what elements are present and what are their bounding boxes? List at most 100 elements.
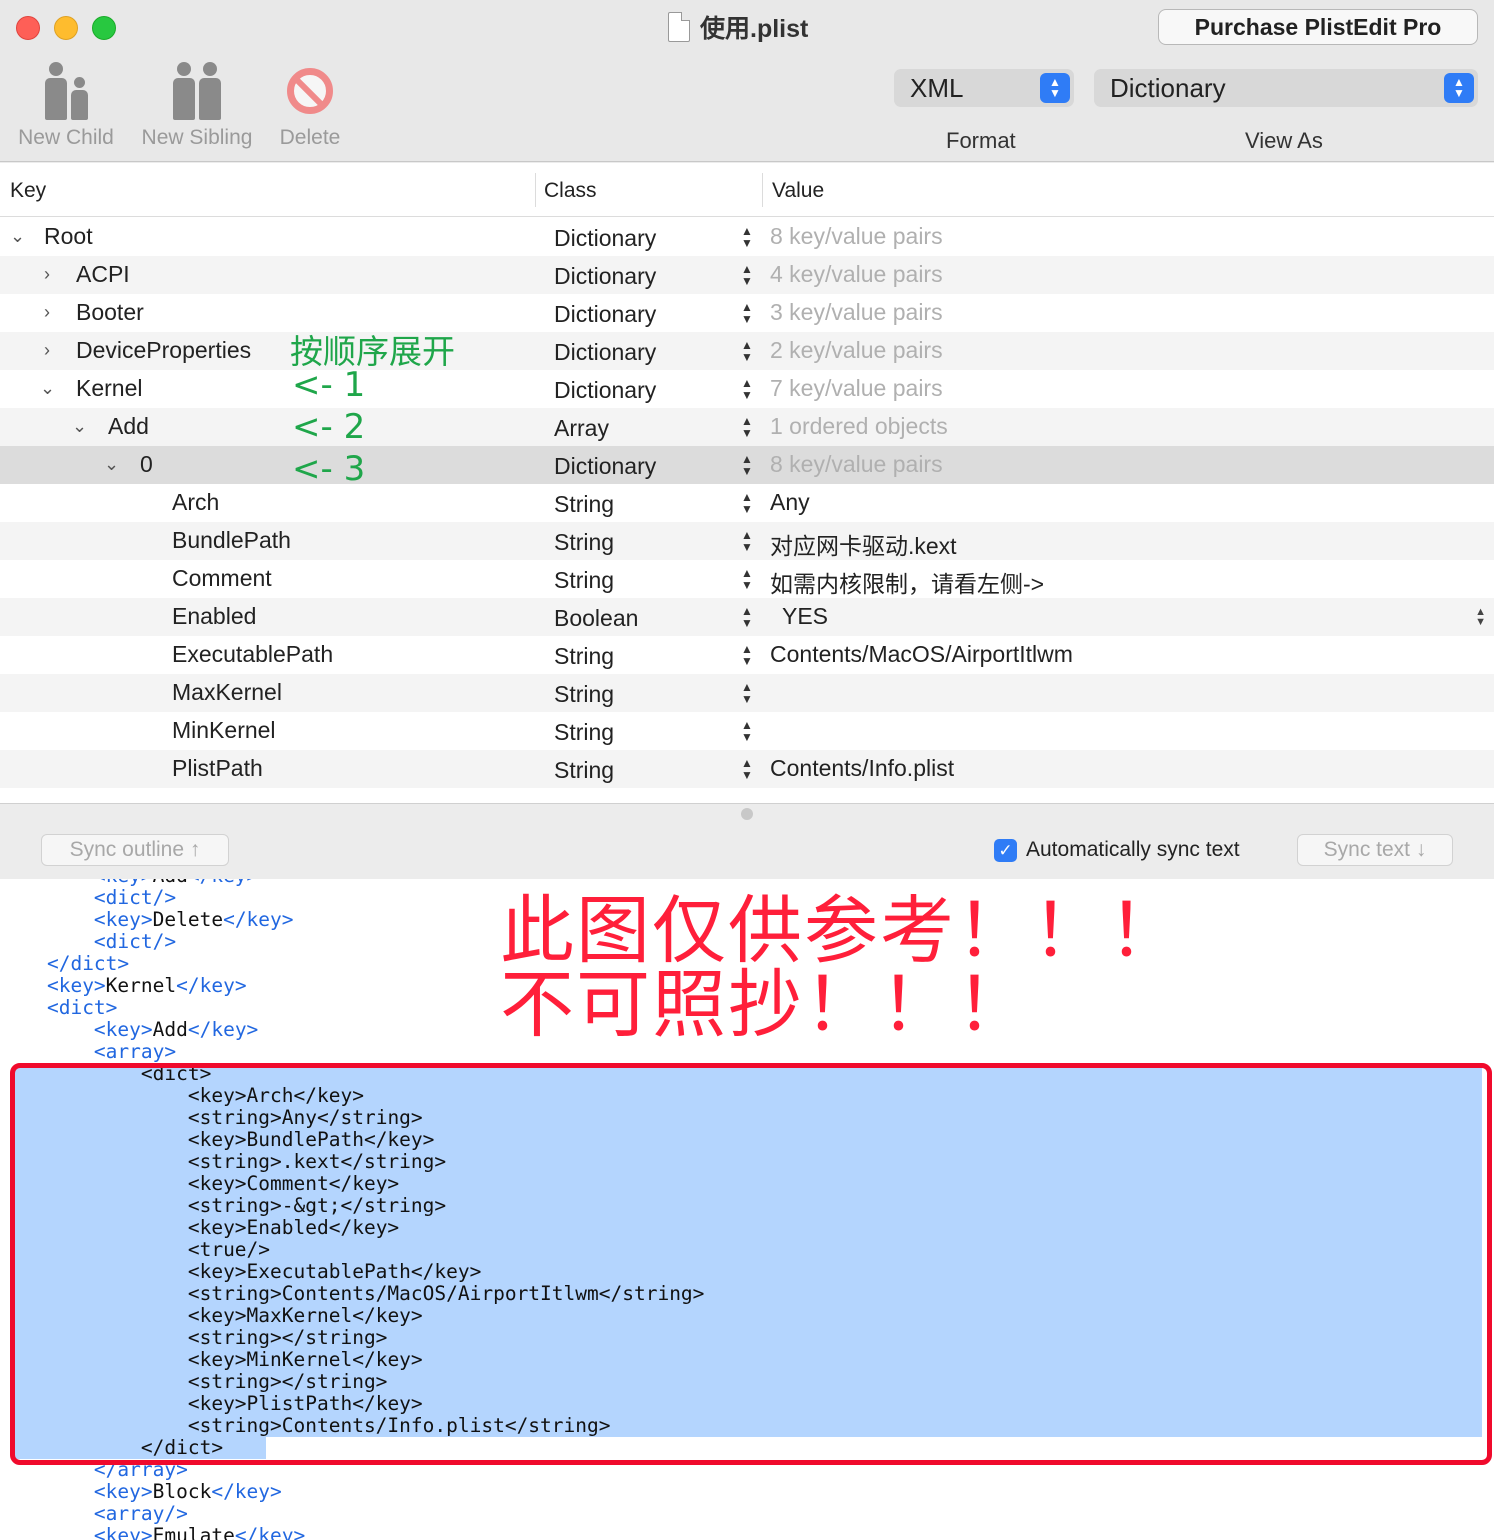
- outline-row[interactable]: ⌄ Root Dictionary ▲ ▼ 8 key/value pairs: [0, 218, 1494, 256]
- row-class[interactable]: String: [554, 643, 614, 670]
- outline-row[interactable]: ⌄ Add Array ▲ ▼ 1 ordered objects: [0, 408, 1494, 446]
- auto-sync-label: Automatically sync text: [1026, 838, 1240, 861]
- up-down-arrows-icon[interactable]: ▲ ▼: [738, 565, 756, 593]
- new-child-icon: [12, 56, 120, 126]
- row-value[interactable]: 对应网卡驱动.kext: [770, 527, 957, 561]
- outline-row[interactable]: › DeviceProperties Dictionary ▲ ▼ 2 key/v…: [0, 332, 1494, 370]
- outline-row[interactable]: ExecutablePath String ▲ ▼ Contents/MacOS/…: [0, 636, 1494, 674]
- row-key: 0: [140, 451, 153, 477]
- boolean-popup-arrows-icon[interactable]: ▲ ▼: [1475, 607, 1486, 628]
- row-class[interactable]: Dictionary: [554, 377, 656, 404]
- row-class[interactable]: Array: [554, 415, 609, 442]
- outline-row[interactable]: Arch String ▲ ▼ Any: [0, 484, 1494, 522]
- outline-row[interactable]: Comment String ▲ ▼ 如需内核限制，请看左侧->: [0, 560, 1494, 598]
- up-down-arrows-icon[interactable]: ▲ ▼: [738, 299, 756, 327]
- row-class[interactable]: String: [554, 719, 614, 746]
- sync-outline-button[interactable]: Sync outline ↑: [41, 834, 229, 866]
- row-value[interactable]: Contents/MacOS/AirportItlwm: [770, 641, 1073, 668]
- row-class[interactable]: String: [554, 529, 614, 556]
- up-down-arrows-icon[interactable]: ▲ ▼: [738, 489, 756, 517]
- outline-row[interactable]: Enabled Boolean ▲ ▼ YES ▲ ▼: [0, 598, 1494, 636]
- up-down-arrows-icon[interactable]: ▲ ▼: [738, 223, 756, 251]
- up-down-arrows-icon[interactable]: ▲ ▼: [738, 261, 756, 289]
- row-class[interactable]: Dictionary: [554, 339, 656, 366]
- row-class[interactable]: Dictionary: [554, 263, 656, 290]
- row-value[interactable]: Contents/Info.plist: [770, 755, 954, 782]
- row-key: DeviceProperties: [76, 337, 252, 363]
- row-class[interactable]: String: [554, 567, 614, 594]
- warning-line-2: 不可照抄！！！: [500, 962, 1032, 1048]
- row-class[interactable]: String: [554, 491, 614, 518]
- close-window-button[interactable]: [16, 16, 40, 40]
- row-class[interactable]: String: [554, 757, 614, 784]
- row-key: Enabled: [172, 603, 257, 629]
- row-class[interactable]: Dictionary: [554, 453, 656, 480]
- row-key: Kernel: [76, 375, 143, 401]
- code-line: <key>Emulate</key>: [93, 1524, 306, 1540]
- row-class[interactable]: String: [554, 681, 614, 708]
- row-value[interactable]: 如需内核限制，请看左侧->: [770, 565, 1044, 599]
- chevron-down-icon[interactable]: ⌄: [40, 378, 58, 398]
- outline-row[interactable]: BundlePath String ▲ ▼ 对应网卡驱动.kext: [0, 522, 1494, 560]
- column-key-header[interactable]: Key: [10, 179, 46, 203]
- split-handle[interactable]: [741, 808, 753, 820]
- up-down-arrows-icon[interactable]: ▲ ▼: [738, 375, 756, 403]
- row-value[interactable]: Any: [770, 489, 810, 516]
- chevron-down-icon[interactable]: ⌄: [72, 416, 90, 436]
- delete-button[interactable]: Delete: [274, 56, 346, 150]
- outline-row-selected[interactable]: ⌄ 0 Dictionary ▲ ▼ 8 key/value pairs: [0, 446, 1494, 484]
- new-child-label: New Child: [18, 126, 114, 149]
- chevron-right-icon[interactable]: ›: [44, 302, 62, 322]
- chevron-down-icon[interactable]: ⌄: [104, 454, 122, 474]
- sync-text-button[interactable]: Sync text ↓: [1297, 834, 1453, 866]
- up-down-arrows-icon[interactable]: ▲ ▼: [738, 641, 756, 669]
- row-key: Root: [44, 223, 93, 249]
- format-value: XML: [910, 72, 964, 103]
- chevron-down-icon[interactable]: ⌄: [10, 226, 28, 246]
- outline-row[interactable]: PlistPath String ▲ ▼ Contents/Info.plist: [0, 750, 1494, 788]
- view-as-popup[interactable]: Dictionary ▲ ▼: [1094, 69, 1478, 107]
- format-popup[interactable]: XML ▲ ▼: [894, 69, 1074, 107]
- outline-row[interactable]: › ACPI Dictionary ▲ ▼ 4 key/value pairs: [0, 256, 1494, 294]
- column-class-header[interactable]: Class: [544, 179, 597, 203]
- boolean-value-popup[interactable]: YES: [782, 603, 828, 630]
- outline-row[interactable]: ⌄ Kernel Dictionary ▲ ▼ 7 key/value pairs: [0, 370, 1494, 408]
- up-down-arrows-icon[interactable]: ▲ ▼: [738, 451, 756, 479]
- new-child-button[interactable]: New Child: [12, 56, 120, 150]
- delete-icon: [274, 56, 346, 126]
- row-value: 8 key/value pairs: [770, 451, 943, 477]
- outline-row[interactable]: MaxKernel String ▲ ▼: [0, 674, 1494, 712]
- new-sibling-icon: [134, 56, 260, 126]
- outline-row[interactable]: MinKernel String ▲ ▼: [0, 712, 1494, 750]
- xml-text-editor[interactable]: <key>Add</key> <dict/> <key>Delete</key>…: [0, 879, 1494, 1540]
- new-sibling-button[interactable]: New Sibling: [134, 56, 260, 150]
- row-class[interactable]: Dictionary: [554, 225, 656, 252]
- up-down-arrows-icon[interactable]: ▲ ▼: [738, 679, 756, 707]
- outline-row[interactable]: › Booter Dictionary ▲ ▼ 3 key/value pairs: [0, 294, 1494, 332]
- auto-sync-checkbox[interactable]: ✓: [994, 839, 1017, 862]
- code-line: <array/>: [93, 1502, 188, 1525]
- minimize-window-button[interactable]: [54, 16, 78, 40]
- chevron-right-icon[interactable]: ›: [44, 340, 62, 360]
- chevron-right-icon[interactable]: ›: [44, 264, 62, 284]
- up-down-arrows-icon[interactable]: ▲ ▼: [738, 337, 756, 365]
- row-class[interactable]: Boolean: [554, 605, 638, 632]
- row-key: ExecutablePath: [172, 641, 334, 667]
- row-value: 7 key/value pairs: [770, 375, 943, 401]
- row-value: 2 key/value pairs: [770, 337, 943, 363]
- up-down-arrows-icon[interactable]: ▲ ▼: [738, 717, 756, 745]
- row-value: 1 ordered objects: [770, 413, 948, 439]
- up-down-arrows-icon[interactable]: ▲ ▼: [738, 527, 756, 555]
- row-class[interactable]: Dictionary: [554, 301, 656, 328]
- row-key: Comment: [172, 565, 272, 591]
- up-down-arrows-icon[interactable]: ▲ ▼: [738, 755, 756, 783]
- up-down-arrows-icon[interactable]: ▲ ▼: [738, 413, 756, 441]
- row-key: Booter: [76, 299, 144, 325]
- window-title: 使用.plist: [668, 10, 808, 44]
- format-stepper-icon: ▲ ▼: [1040, 73, 1070, 103]
- purchase-button[interactable]: Purchase PlistEdit Pro: [1158, 9, 1478, 45]
- view-as-value: Dictionary: [1110, 72, 1226, 103]
- up-down-arrows-icon[interactable]: ▲ ▼: [738, 603, 756, 631]
- zoom-window-button[interactable]: [92, 16, 116, 40]
- column-value-header[interactable]: Value: [772, 179, 824, 203]
